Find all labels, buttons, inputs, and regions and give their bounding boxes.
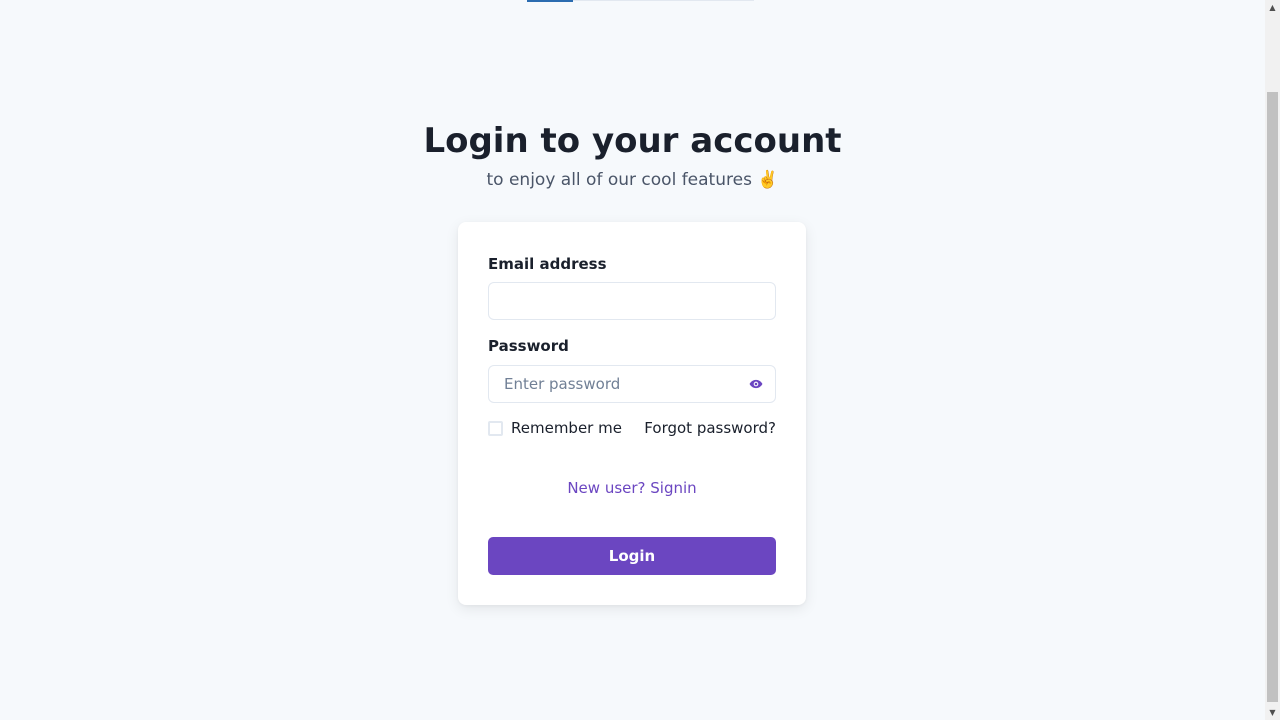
scrollbar-thumb[interactable] bbox=[1267, 92, 1278, 702]
login-header: Login to your account to enjoy all of ou… bbox=[0, 120, 1265, 192]
login-button[interactable]: Login bbox=[488, 537, 776, 575]
signin-link[interactable]: New user? Signin bbox=[458, 479, 806, 497]
remember-me-checkbox[interactable] bbox=[488, 421, 503, 436]
vertical-scrollbar[interactable]: ▲ ▼ bbox=[1265, 0, 1280, 720]
email-field[interactable] bbox=[488, 282, 776, 320]
page-load-progress bbox=[527, 0, 573, 2]
password-label: Password bbox=[488, 337, 569, 355]
remember-me-label[interactable]: Remember me bbox=[511, 419, 622, 437]
page-title: Login to your account bbox=[423, 121, 842, 161]
password-field[interactable] bbox=[488, 365, 776, 403]
email-label: Email address bbox=[488, 255, 607, 273]
scroll-up-arrow-icon[interactable]: ▲ bbox=[1265, 0, 1280, 15]
page-subtitle: to enjoy all of our cool features ✌️ bbox=[486, 170, 779, 190]
page-viewport: Login to your account to enjoy all of ou… bbox=[0, 0, 1265, 720]
scroll-down-arrow-icon[interactable]: ▼ bbox=[1265, 705, 1280, 720]
eye-icon[interactable] bbox=[749, 376, 763, 390]
forgot-password-link[interactable]: Forgot password? bbox=[644, 419, 776, 437]
login-card: Email address Password Remember me Forgo… bbox=[458, 222, 806, 605]
